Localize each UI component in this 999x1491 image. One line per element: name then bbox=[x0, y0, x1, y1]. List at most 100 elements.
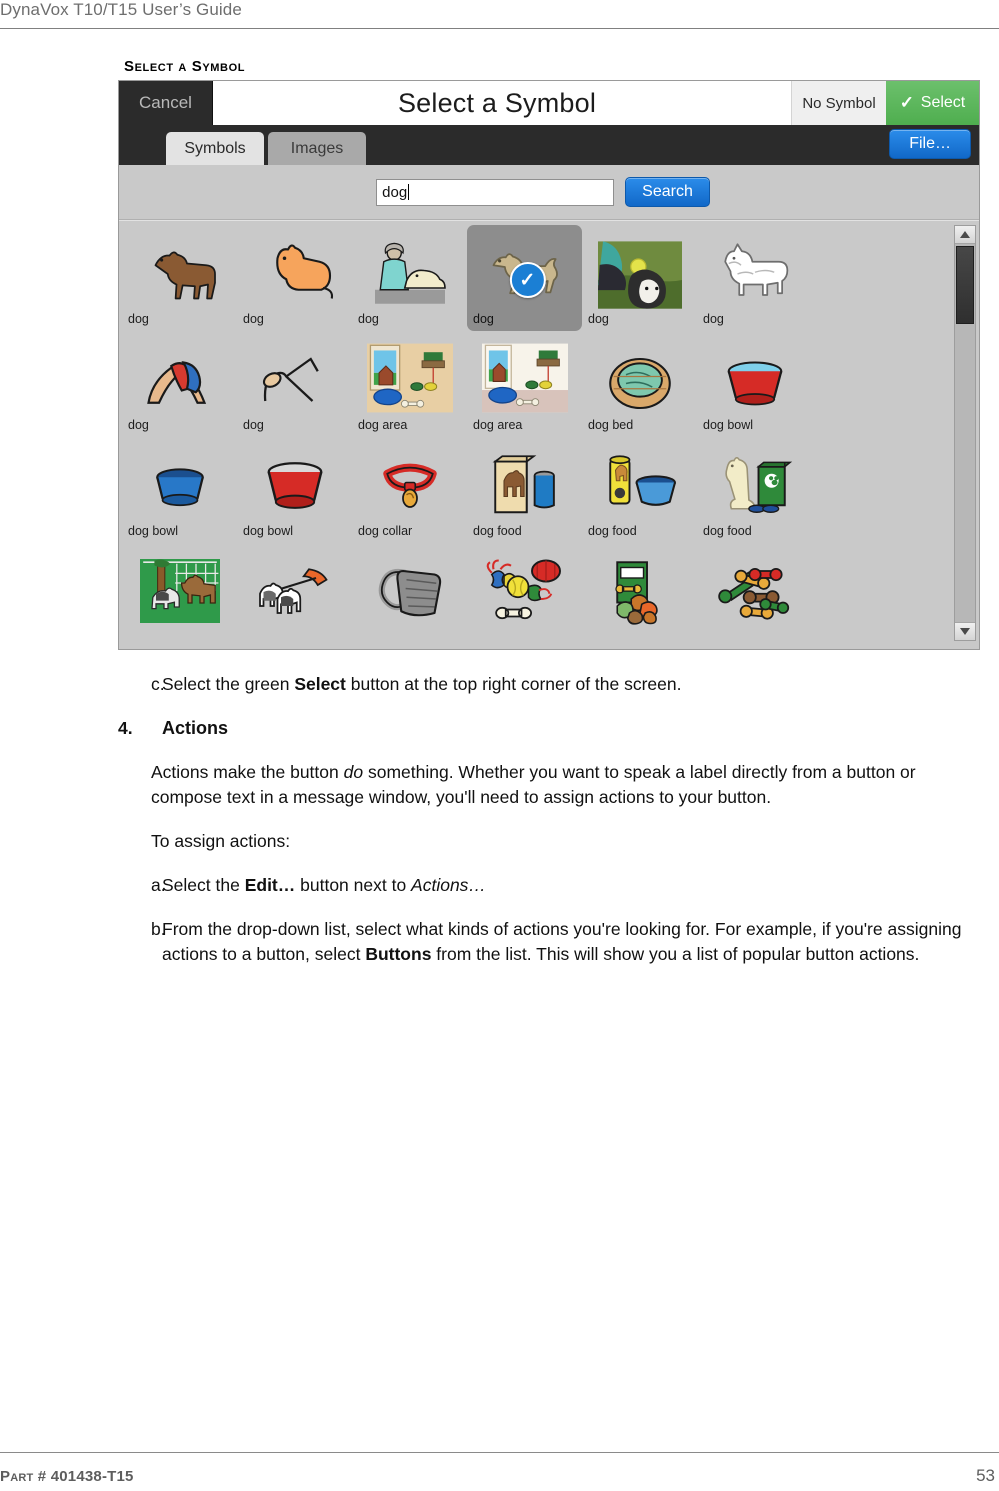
symbol-tile[interactable] bbox=[237, 543, 352, 635]
symbol-tile-label: dog bbox=[588, 312, 609, 326]
symbol-tile[interactable]: dog bowl bbox=[237, 437, 352, 543]
symbol-tile-label: dog bbox=[473, 312, 494, 326]
scrollbar-track[interactable] bbox=[955, 244, 975, 622]
dog-sitting-orange-icon bbox=[237, 225, 352, 309]
header-rule bbox=[0, 28, 999, 29]
symbol-tile[interactable]: dog bowl bbox=[697, 331, 812, 437]
symbol-tile[interactable]: dog bbox=[237, 331, 352, 437]
symbol-tile[interactable]: dog area bbox=[467, 331, 582, 437]
dog-line-drawing-icon bbox=[237, 331, 352, 415]
running-head: DynaVox T10/T15 User’s Guide bbox=[0, 0, 242, 19]
symbol-tile-label: dog bed bbox=[588, 418, 634, 432]
symbol-row: dog bowl dog bowl dog collar dog food dog fo… bbox=[122, 437, 952, 543]
symbol-tile[interactable] bbox=[467, 543, 582, 635]
symbol-tile-label: dog area bbox=[473, 418, 523, 432]
symbol-tile[interactable] bbox=[582, 543, 697, 635]
symbol-tile[interactable]: dog food bbox=[582, 437, 697, 543]
select-button[interactable]: ✓ Select bbox=[886, 81, 979, 125]
search-input[interactable]: dog bbox=[376, 178, 615, 206]
footer-part-number: Part # 401438-T15 bbox=[0, 1468, 134, 1485]
chevron-up-icon bbox=[960, 231, 970, 238]
search-input-value: dog bbox=[382, 183, 408, 201]
symbol-tile-label: dog bbox=[128, 418, 149, 432]
food-can-and-bowl-icon bbox=[582, 437, 697, 521]
symbol-tile[interactable]: dog bbox=[352, 225, 467, 331]
symbol-tile[interactable] bbox=[122, 543, 237, 635]
cancel-button[interactable]: Cancel bbox=[119, 81, 213, 125]
chevron-down-icon bbox=[960, 628, 970, 635]
woman-with-dog-icon bbox=[352, 225, 467, 309]
paragraph-actions: Actions make the button do something. Wh… bbox=[151, 762, 916, 807]
symbol-tile[interactable]: dog bed bbox=[582, 331, 697, 437]
symbol-row bbox=[122, 543, 952, 635]
symbol-tile-label: dog bbox=[243, 312, 264, 326]
section-heading: Select a Symbol bbox=[124, 58, 246, 75]
dog-terrier-gray-icon bbox=[697, 225, 812, 309]
symbol-tile[interactable] bbox=[352, 543, 467, 635]
red-water-bowl-icon bbox=[697, 331, 812, 415]
symbol-tile[interactable]: dog bbox=[582, 225, 697, 331]
step-4-actions: 4. Actions bbox=[118, 716, 984, 741]
tab-strip: Symbols Images File… bbox=[119, 125, 979, 165]
dialog-title: Select a Symbol bbox=[397, 87, 597, 118]
file-button[interactable]: File… bbox=[889, 129, 971, 159]
page-header: DynaVox T10/T15 User’s Guide bbox=[0, 0, 999, 30]
body-copy: c. Select the green Select button at the… bbox=[118, 672, 984, 986]
symbol-tile-label: dog area bbox=[358, 418, 408, 432]
symbol-tile-label: dog food bbox=[473, 524, 522, 538]
step-b-text: From the drop-down list, select what kin… bbox=[162, 919, 962, 964]
downward-dog-pose-icon bbox=[122, 331, 237, 415]
check-icon: ✓ bbox=[899, 93, 915, 112]
symbol-row: dog dog dog ✓ dog dog dog bbox=[122, 225, 952, 331]
symbol-tile[interactable]: dog area bbox=[352, 331, 467, 437]
symbol-tile-label: dog food bbox=[703, 524, 752, 538]
food-bag-and-can-icon bbox=[467, 437, 582, 521]
step-b-marker: b. bbox=[151, 919, 166, 939]
scroll-down-button[interactable] bbox=[955, 622, 975, 640]
symbol-tile[interactable]: dog food bbox=[697, 437, 812, 543]
symbol-tile-label: dog bowl bbox=[128, 524, 179, 538]
photo-dog-with-ball-icon bbox=[582, 225, 697, 309]
symbol-tile[interactable]: dog food bbox=[467, 437, 582, 543]
blue-dog-bowl-icon bbox=[122, 437, 237, 521]
tab-symbols[interactable]: Symbols bbox=[166, 132, 264, 165]
dogs-in-fenced-yard-icon bbox=[122, 543, 237, 627]
screenshot-figure: Cancel Select a Symbol No Symbol ✓ Selec… bbox=[118, 80, 980, 650]
symbol-tile-label: dog bowl bbox=[243, 524, 294, 538]
room-with-dog-bed-white-icon bbox=[467, 331, 582, 415]
symbol-tile[interactable]: dog bbox=[122, 331, 237, 437]
symbol-tile-label: dog collar bbox=[358, 524, 413, 538]
step-b: b. From the drop-down list, select what … bbox=[118, 917, 984, 967]
dogs-on-leash-icon bbox=[237, 543, 352, 627]
symbol-results-area: dog dog dog ✓ dog dog dog dog dog dog area dog are… bbox=[119, 220, 979, 644]
symbol-tile[interactable] bbox=[697, 543, 812, 635]
symbol-tile-label: dog bbox=[243, 418, 264, 432]
no-symbol-button[interactable]: No Symbol bbox=[791, 81, 886, 125]
symbol-tile-label: dog food bbox=[588, 524, 637, 538]
symbol-tile[interactable]: dog bowl bbox=[122, 437, 237, 543]
symbol-tile-selected[interactable]: ✓ dog bbox=[467, 225, 582, 331]
symbol-tile[interactable]: dog bbox=[697, 225, 812, 331]
step-a-text: Select the Edit… button next to Actions… bbox=[162, 875, 486, 895]
scrollbar-thumb[interactable] bbox=[956, 246, 974, 324]
symbol-tile-label: dog bbox=[703, 312, 724, 326]
dog-standing-brown-icon bbox=[122, 225, 237, 309]
step-c: c. Select the green Select button at the… bbox=[118, 672, 984, 697]
pooper-scooper-icon bbox=[352, 543, 467, 627]
results-scrollbar[interactable] bbox=[954, 225, 976, 641]
scroll-up-button[interactable] bbox=[955, 226, 975, 244]
symbol-tile[interactable]: dog collar bbox=[352, 437, 467, 543]
step-a: a. Select the Edit… button next to Actio… bbox=[118, 873, 984, 898]
symbol-tile[interactable]: dog bbox=[237, 225, 352, 331]
footer-rule bbox=[0, 1452, 999, 1453]
selected-check-icon: ✓ bbox=[509, 261, 546, 298]
search-button[interactable]: Search bbox=[625, 177, 710, 207]
room-with-dog-bed-blue-icon bbox=[352, 331, 467, 415]
step-4-marker: 4. bbox=[118, 718, 133, 738]
symbol-tile-label: dog bbox=[128, 312, 149, 326]
paragraph-to-assign: To assign actions: bbox=[151, 831, 291, 851]
red-collar-with-tag-icon bbox=[352, 437, 467, 521]
symbol-tile[interactable]: dog bbox=[122, 225, 237, 331]
tab-images[interactable]: Images bbox=[268, 132, 366, 165]
treat-box-and-biscuits-icon bbox=[582, 543, 697, 627]
